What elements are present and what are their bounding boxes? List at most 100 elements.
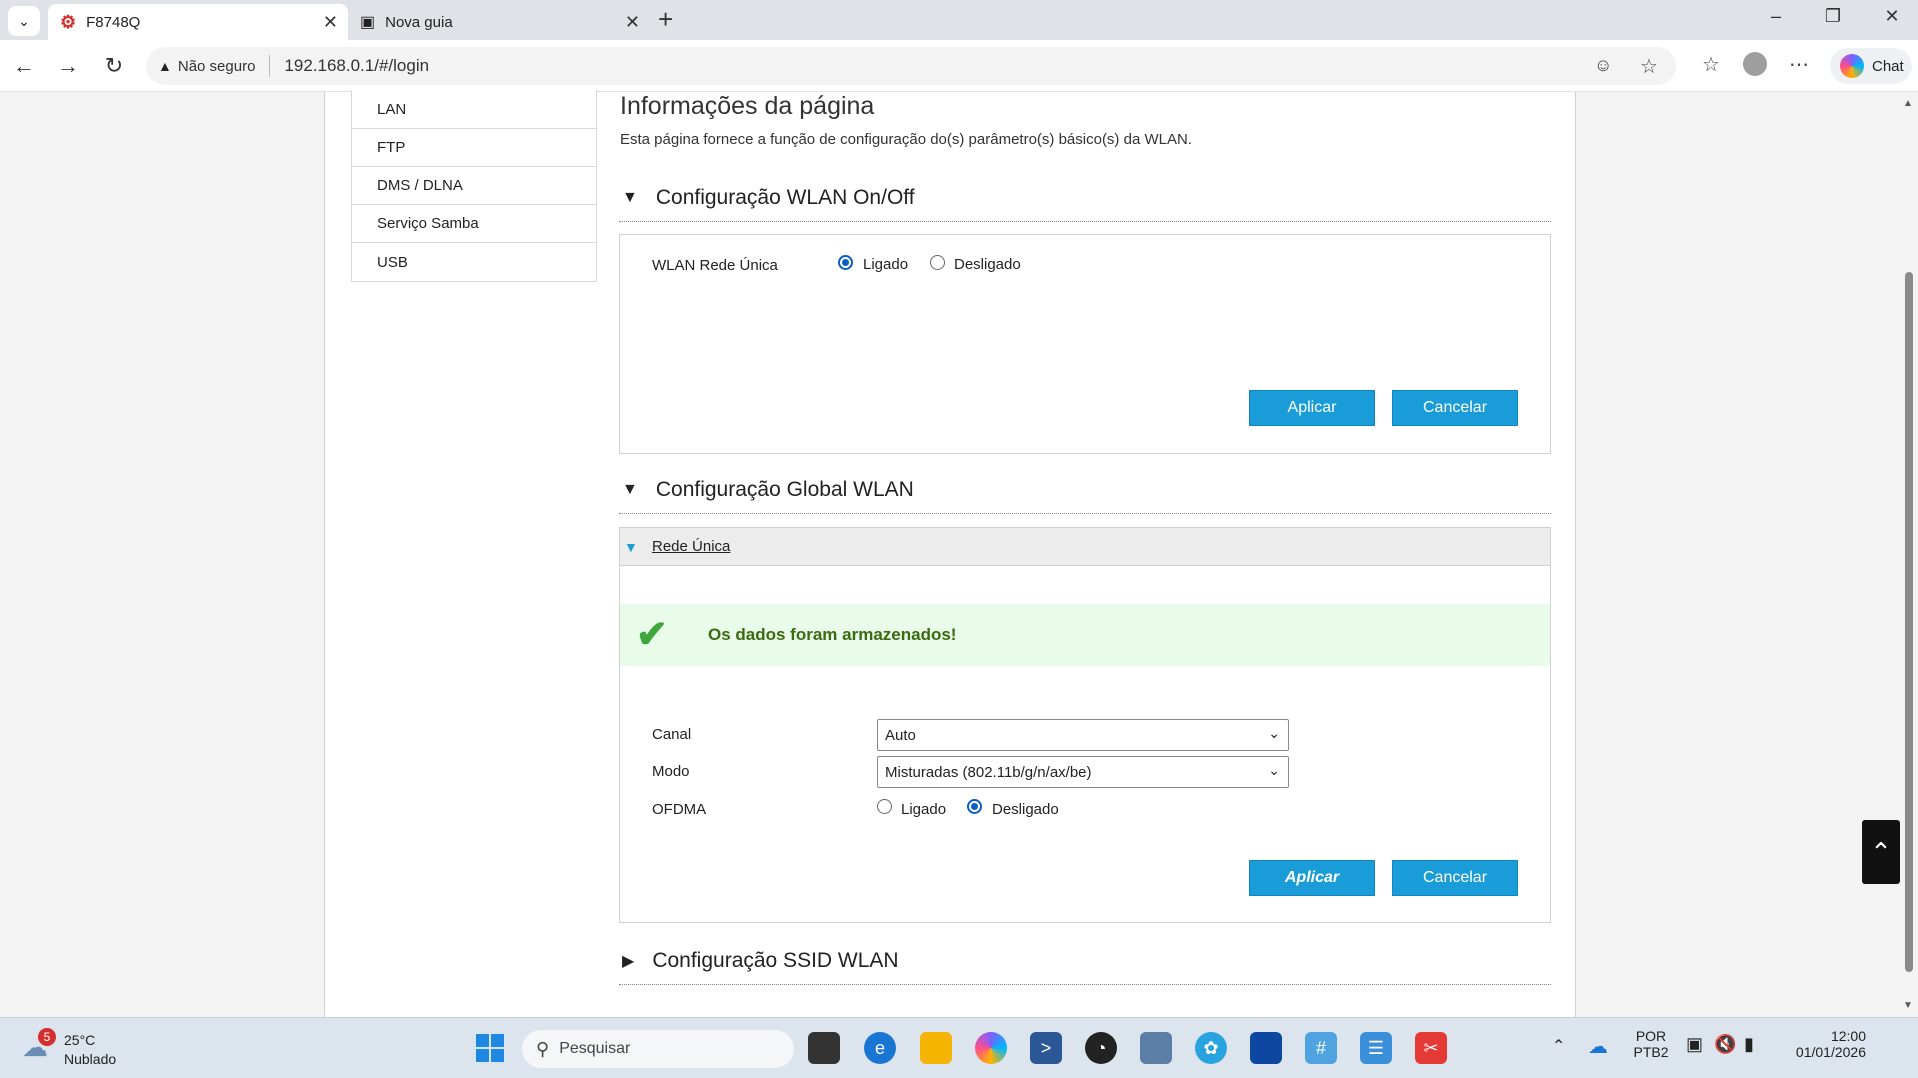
weather-desc: Nublado: [64, 1051, 117, 1067]
restore-icon[interactable]: ❐: [1813, 6, 1853, 27]
collapse-triangle-icon: ▼: [622, 481, 638, 498]
address-bar[interactable]: ▲ Não seguro 192.168.0.1/#/login ☺ ☆: [146, 47, 1676, 85]
language-indicator[interactable]: POR PTB2: [1628, 1028, 1674, 1060]
router-favicon-icon: ⚙: [60, 11, 77, 32]
sidebar-item-samba[interactable]: Serviço Samba: [351, 205, 597, 243]
time: 12:00: [1830, 1028, 1866, 1044]
reading-mode-icon[interactable]: ☺: [1594, 55, 1612, 76]
section-divider: [619, 513, 1551, 514]
modo-select[interactable]: Misturadas (802.11b/g/n/ax/be) ⌄: [877, 756, 1289, 788]
page-description: Esta página fornece a função de configur…: [620, 131, 1192, 148]
profile-avatar-icon[interactable]: [1740, 52, 1770, 82]
warning-icon: ▲: [158, 58, 172, 74]
rede-unica-link[interactable]: Rede Única: [652, 538, 730, 555]
checkmark-icon: ✔: [636, 614, 668, 656]
speed-gauge-icon[interactable]: ◔: [1085, 1032, 1117, 1064]
search-placeholder: Pesquisar: [559, 1040, 631, 1057]
wlan-on-label[interactable]: Ligado: [863, 256, 908, 273]
success-banner: ✔ Os dados foram armazenados!: [620, 604, 1550, 666]
apply-button[interactable]: Aplicar: [1249, 390, 1375, 426]
section-wlan-onoff-header[interactable]: ▼ Configuração WLAN On/Off: [622, 186, 915, 210]
copilot-chat-button[interactable]: Chat: [1830, 48, 1912, 84]
back-icon[interactable]: ←: [8, 50, 40, 82]
back-to-top-button[interactable]: ⌃: [1862, 820, 1900, 884]
wlan-on-radio[interactable]: [838, 255, 853, 270]
ofdma-off-label[interactable]: Desligado: [992, 801, 1059, 818]
minimize-icon[interactable]: –: [1756, 6, 1796, 27]
sidebar-item-ftp[interactable]: FTP: [351, 129, 597, 167]
show-hidden-icons[interactable]: ⌃: [1552, 1036, 1565, 1056]
network-icon[interactable]: ▣: [1686, 1034, 1703, 1055]
app-blue-icon[interactable]: [1250, 1032, 1282, 1064]
scroll-up-icon[interactable]: ▲: [1903, 98, 1913, 109]
volume-muted-icon[interactable]: 🔇: [1714, 1034, 1736, 1055]
copilot-icon[interactable]: [975, 1032, 1007, 1064]
wlan-off-radio[interactable]: [930, 255, 945, 270]
weather-widget[interactable]: ☁ 5 25°C Nublado: [20, 1028, 140, 1072]
sidebar-item-usb[interactable]: USB: [351, 243, 597, 282]
section-wlan-ssid-header[interactable]: ▶ Configuração SSID WLAN: [622, 949, 899, 973]
close-tab-icon[interactable]: ✕: [625, 12, 640, 33]
chat-label: Chat: [1872, 57, 1904, 75]
edge-browser-icon[interactable]: e: [864, 1032, 896, 1064]
windows-taskbar: ☁ 5 25°C Nublado ⚲ Pesquisar e > ◔ ✿ # ☰…: [0, 1017, 1918, 1078]
modo-value: Misturadas (802.11b/g/n/ax/be): [885, 763, 1092, 781]
notepad-icon[interactable]: ☰: [1360, 1032, 1392, 1064]
section-wlan-global-header[interactable]: ▼ Configuração Global WLAN: [622, 478, 914, 502]
section-divider: [619, 221, 1551, 222]
page-scrollbar[interactable]: ▲ ▼: [1900, 92, 1918, 1017]
favorites-icon[interactable]: ☆: [1696, 52, 1726, 77]
url-text[interactable]: 192.168.0.1/#/login: [284, 56, 429, 76]
windows-start-icon[interactable]: [474, 1032, 506, 1064]
modo-label: Modo: [652, 763, 690, 780]
apply-button[interactable]: Aplicar: [1249, 860, 1375, 896]
divider: [269, 55, 271, 77]
page-title: Informações da página: [620, 92, 875, 120]
expand-triangle-icon: ▶: [622, 953, 635, 970]
weather-badge: 5: [38, 1028, 56, 1046]
tab-f8748q[interactable]: ⚙ F8748Q ✕: [48, 4, 348, 40]
more-options-icon[interactable]: ⋯: [1784, 52, 1814, 77]
section-divider: [619, 984, 1551, 985]
close-tab-icon[interactable]: ✕: [323, 12, 338, 33]
forward-icon[interactable]: →: [52, 50, 84, 82]
onedrive-icon[interactable]: ☁: [1588, 1034, 1608, 1059]
ofdma-on-label[interactable]: Ligado: [901, 801, 946, 818]
task-view-icon[interactable]: [808, 1032, 840, 1064]
clock[interactable]: 12:00 01/01/2026: [1786, 1028, 1866, 1060]
remote-desktop-icon[interactable]: [1140, 1032, 1172, 1064]
file-explorer-icon[interactable]: [920, 1032, 952, 1064]
snipping-grid-icon[interactable]: #: [1305, 1032, 1337, 1064]
snipping-tool-icon[interactable]: ✂: [1415, 1032, 1447, 1064]
scroll-down-icon[interactable]: ▼: [1903, 1000, 1913, 1011]
sidebar-item-lan[interactable]: LAN: [351, 90, 597, 129]
taskbar-search[interactable]: ⚲ Pesquisar: [522, 1030, 794, 1068]
security-label[interactable]: Não seguro: [178, 58, 256, 75]
section-title: Configuração WLAN On/Off: [655, 186, 915, 209]
scrollbar-thumb[interactable]: [1905, 272, 1913, 972]
success-message: Os dados foram armazenados!: [708, 625, 957, 644]
rede-unica-subheader[interactable]: ▼ Rede Única: [620, 528, 1550, 566]
cancel-button[interactable]: Cancelar: [1392, 860, 1518, 896]
ofdma-off-radio[interactable]: [967, 799, 982, 814]
powershell-icon[interactable]: >: [1030, 1032, 1062, 1064]
chevron-down-icon: ⌄: [1268, 762, 1280, 778]
tab-nova-guia[interactable]: ▣ Nova guia ✕: [350, 4, 650, 40]
new-tab-button[interactable]: +: [658, 4, 673, 35]
ofdma-on-radio[interactable]: [877, 799, 892, 814]
app-icon[interactable]: ✿: [1195, 1032, 1227, 1064]
favorite-star-icon[interactable]: ☆: [1640, 54, 1658, 79]
canal-value: Auto: [885, 726, 916, 744]
tab-list-dropdown-icon[interactable]: ⌄: [8, 6, 40, 36]
cancel-button[interactable]: Cancelar: [1392, 390, 1518, 426]
tab-title: Nova guia: [385, 13, 453, 31]
sidebar-item-dms-dlna[interactable]: DMS / DLNA: [351, 167, 597, 205]
reload-icon[interactable]: ↻: [98, 50, 130, 82]
close-window-icon[interactable]: ✕: [1872, 6, 1912, 27]
wlan-off-label[interactable]: Desligado: [954, 256, 1021, 273]
wlan-rede-unica-label: WLAN Rede Única: [652, 257, 778, 274]
battery-icon[interactable]: ▮: [1744, 1034, 1754, 1055]
new-tab-page-icon: ▣: [360, 14, 376, 31]
canal-select[interactable]: Auto ⌄: [877, 719, 1289, 751]
collapse-triangle-icon: ▼: [624, 539, 638, 555]
